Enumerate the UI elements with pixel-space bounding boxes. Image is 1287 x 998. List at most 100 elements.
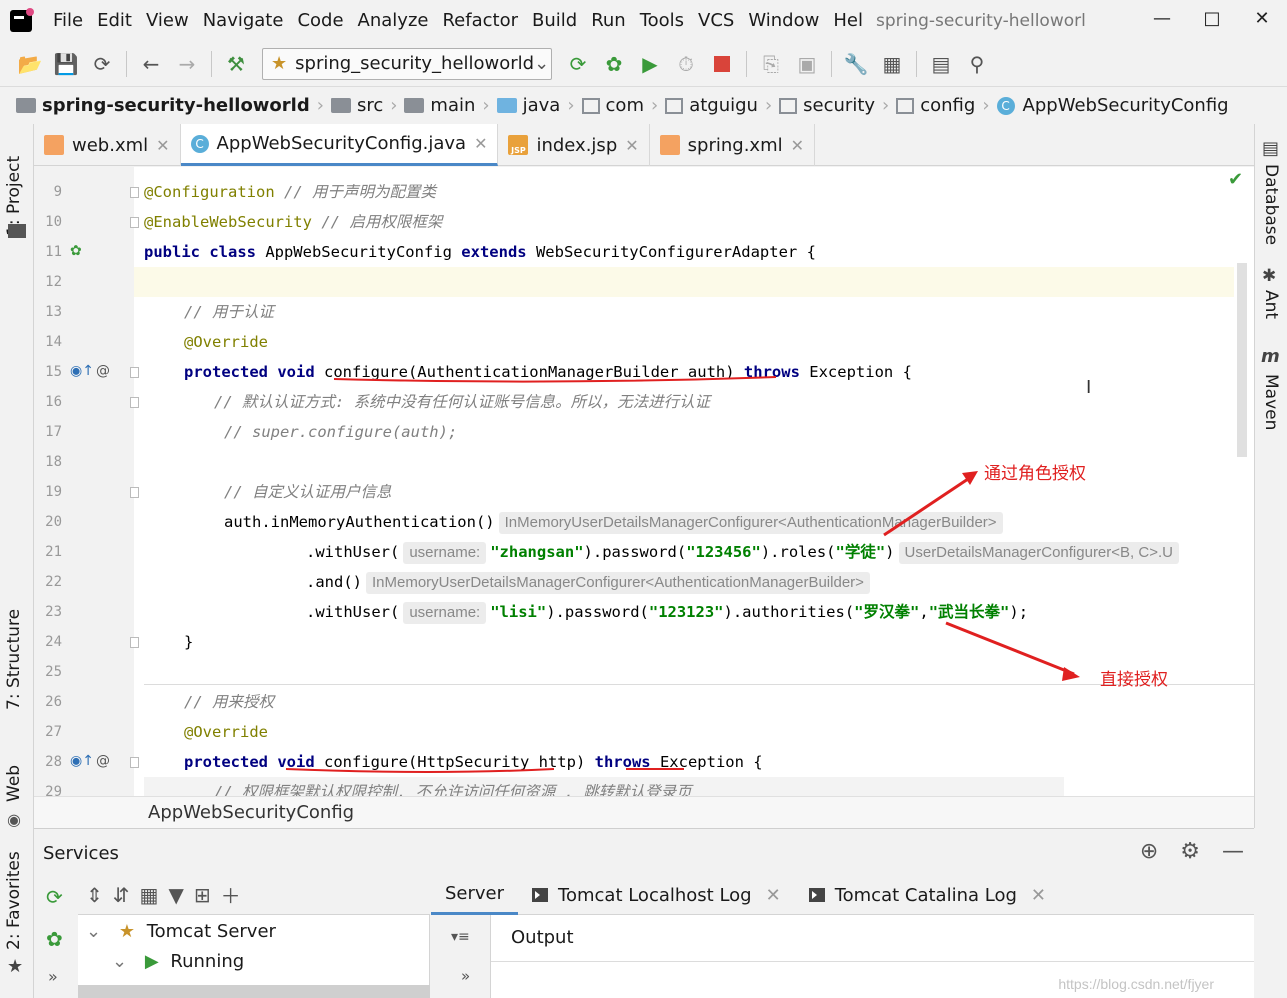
search-icon[interactable]: ⚲ bbox=[959, 46, 995, 82]
expand-all-icon[interactable]: ⇕ bbox=[86, 883, 103, 907]
expand-more-icon[interactable]: » bbox=[48, 967, 58, 986]
close-tab-icon[interactable]: ✕ bbox=[625, 136, 638, 155]
run-coverage-icon[interactable]: ▶ bbox=[632, 46, 668, 82]
build-hammer-icon[interactable]: ⚒ bbox=[218, 46, 254, 82]
tab-tomcat-localhost-log[interactable]: Tomcat Localhost Log ✕ bbox=[518, 875, 795, 915]
close-tab-icon[interactable]: ✕ bbox=[1031, 885, 1046, 906]
breadcrumb-atguigu[interactable]: atguigu bbox=[665, 95, 758, 116]
breadcrumb-main[interactable]: main bbox=[404, 95, 475, 116]
menu-build[interactable]: Build bbox=[525, 0, 584, 42]
breadcrumb-com[interactable]: com bbox=[581, 95, 644, 116]
close-tab-icon[interactable]: ✕ bbox=[156, 136, 169, 155]
maven-tool-tab[interactable]: Maven bbox=[1261, 374, 1281, 430]
structure-tool-tab[interactable]: 7: Structure bbox=[4, 609, 24, 710]
menu-file[interactable]: File bbox=[46, 0, 90, 42]
breadcrumb-config[interactable]: config bbox=[896, 95, 975, 116]
stop-icon[interactable] bbox=[704, 46, 740, 82]
menu-analyze[interactable]: Analyze bbox=[351, 0, 436, 42]
minimize-button[interactable]: — bbox=[1137, 0, 1187, 36]
menu-tools[interactable]: Tools bbox=[633, 0, 691, 42]
menu-window[interactable]: Window bbox=[741, 0, 826, 42]
tab-index-jsp[interactable]: JSP index.jsp ✕ bbox=[498, 124, 650, 166]
breadcrumb-class[interactable]: C AppWebSecurityConfig bbox=[996, 95, 1229, 116]
save-all-icon[interactable]: 💾 bbox=[48, 46, 84, 82]
rerun-icon[interactable]: ⟳ bbox=[46, 885, 63, 909]
project-structure-icon[interactable]: ▦ bbox=[874, 46, 910, 82]
settings-wrench-icon[interactable]: 🔧 bbox=[838, 46, 874, 82]
expand-more-icon[interactable]: » bbox=[461, 967, 470, 985]
maximize-button[interactable]: □ bbox=[1187, 0, 1237, 36]
close-tab-icon[interactable]: ✕ bbox=[791, 136, 804, 155]
deploy-icon[interactable]: ✿ bbox=[46, 927, 63, 951]
selected-row[interactable] bbox=[78, 985, 430, 998]
profile-icon[interactable]: ⏱ bbox=[668, 46, 704, 82]
tomcat-icon: ★ bbox=[118, 921, 135, 942]
menu-refactor[interactable]: Refactor bbox=[435, 0, 525, 42]
rerun-icon[interactable]: ⟳ bbox=[560, 46, 596, 82]
structure-breadcrumb[interactable]: AppWebSecurityConfig bbox=[34, 796, 1254, 828]
forward-arrow-icon[interactable]: → bbox=[169, 46, 205, 82]
database-tool-tab[interactable]: Database bbox=[1261, 164, 1281, 245]
tab-tomcat-catalina-log[interactable]: Tomcat Catalina Log ✕ bbox=[795, 875, 1060, 915]
services-panel: Services ⊕ ⚙ — ⟳ ✿ » ⇕ ⇵ ▦ ▼ ⊞ ＋ ⌄ ★ Tom… bbox=[34, 828, 1254, 998]
close-tab-icon[interactable]: ✕ bbox=[474, 134, 487, 153]
menu-help[interactable]: Hel bbox=[826, 0, 870, 42]
target-icon[interactable]: ⊕ bbox=[1140, 839, 1158, 864]
database-icon: ▤ bbox=[1262, 138, 1280, 159]
new-tab-icon[interactable]: ⊞ bbox=[194, 883, 211, 907]
collapse-all-icon[interactable]: ⇵ bbox=[113, 883, 130, 907]
menu-bar: File Edit View Navigate Code Analyze Ref… bbox=[0, 0, 1287, 42]
presentation-icon[interactable]: ▤ bbox=[923, 46, 959, 82]
code-editor[interactable]: ✔ 9 @Configuration // 用于声明为配置类 10 @Enabl… bbox=[34, 167, 1254, 796]
list-menu-icon[interactable]: ▾≡ bbox=[451, 929, 470, 945]
add-service-icon[interactable]: ＋ bbox=[221, 880, 241, 909]
menu-view[interactable]: View bbox=[139, 0, 196, 42]
open-folder-icon[interactable]: 📂 bbox=[12, 46, 48, 82]
debug-bug-icon[interactable]: ✿ bbox=[596, 46, 632, 82]
back-arrow-icon[interactable]: ← bbox=[133, 46, 169, 82]
menu-vcs[interactable]: VCS bbox=[691, 0, 741, 42]
menu-run[interactable]: Run bbox=[584, 0, 633, 42]
breadcrumb-src[interactable]: src bbox=[330, 95, 383, 116]
menu-edit[interactable]: Edit bbox=[90, 0, 139, 42]
favorites-tool-tab[interactable]: 2: Favorites bbox=[4, 851, 24, 950]
output-side-toolbar: ▾≡ » bbox=[431, 915, 491, 998]
package-icon bbox=[896, 97, 915, 114]
folder-icon bbox=[330, 98, 351, 113]
minimize-panel-icon[interactable]: — bbox=[1222, 839, 1244, 864]
menu-code[interactable]: Code bbox=[290, 0, 350, 42]
ant-tool-tab[interactable]: Ant bbox=[1261, 290, 1281, 319]
tab-server[interactable]: Server bbox=[431, 875, 519, 915]
console-icon bbox=[532, 888, 549, 902]
attach-icon[interactable]: ⎘ bbox=[753, 46, 789, 82]
tree-item-running[interactable]: ⌄ ▶ Running bbox=[112, 947, 244, 977]
xml-file-icon bbox=[659, 135, 680, 155]
detail-tab-bar: Server Tomcat Localhost Log ✕ Tomcat Cat… bbox=[431, 875, 1254, 915]
services-title: Services bbox=[43, 843, 119, 864]
breadcrumb-project[interactable]: spring-security-helloworld bbox=[16, 95, 310, 116]
gear-icon[interactable]: ⚙ bbox=[1180, 839, 1200, 864]
group-icon[interactable]: ▦ bbox=[140, 883, 159, 907]
close-tab-icon[interactable]: ✕ bbox=[766, 885, 781, 906]
main-toolbar: 📂 💾 ⟳ ← → ⚒ ★ spring_security_helloworld… bbox=[0, 42, 1287, 85]
filter-icon[interactable]: ▼ bbox=[168, 883, 183, 907]
breadcrumb-java[interactable]: java bbox=[496, 95, 560, 116]
folder-icon bbox=[404, 98, 425, 113]
breadcrumb-security[interactable]: security bbox=[779, 95, 875, 116]
tab-web-xml[interactable]: web.xml ✕ bbox=[34, 124, 181, 166]
output-divider bbox=[491, 961, 1254, 962]
tab-spring-xml[interactable]: spring.xml ✕ bbox=[650, 124, 816, 166]
left-tool-stripe: 1: Project 7: Structure Web ◉ 2: Favorit… bbox=[0, 124, 34, 998]
sync-icon[interactable]: ⟳ bbox=[84, 46, 120, 82]
tree-item-tomcat-server[interactable]: ⌄ ★ Tomcat Server bbox=[86, 917, 276, 947]
run-config-select[interactable]: ★ spring_security_helloworld ⌄ bbox=[262, 47, 552, 80]
tab-appwebsecurityconfig[interactable]: C AppWebSecurityConfig.java ✕ bbox=[180, 124, 499, 166]
ant-icon: ✱ bbox=[1262, 266, 1277, 286]
role-authorization-note: 通过角色授权 bbox=[984, 464, 1086, 483]
globe-icon: ◉ bbox=[7, 810, 21, 829]
close-window-button[interactable]: ✕ bbox=[1237, 0, 1287, 36]
build-artifacts-icon[interactable]: ▣ bbox=[789, 46, 825, 82]
run-config-label: spring_security_helloworld bbox=[295, 53, 535, 74]
menu-navigate[interactable]: Navigate bbox=[196, 0, 291, 42]
web-tool-tab[interactable]: Web bbox=[4, 765, 24, 802]
